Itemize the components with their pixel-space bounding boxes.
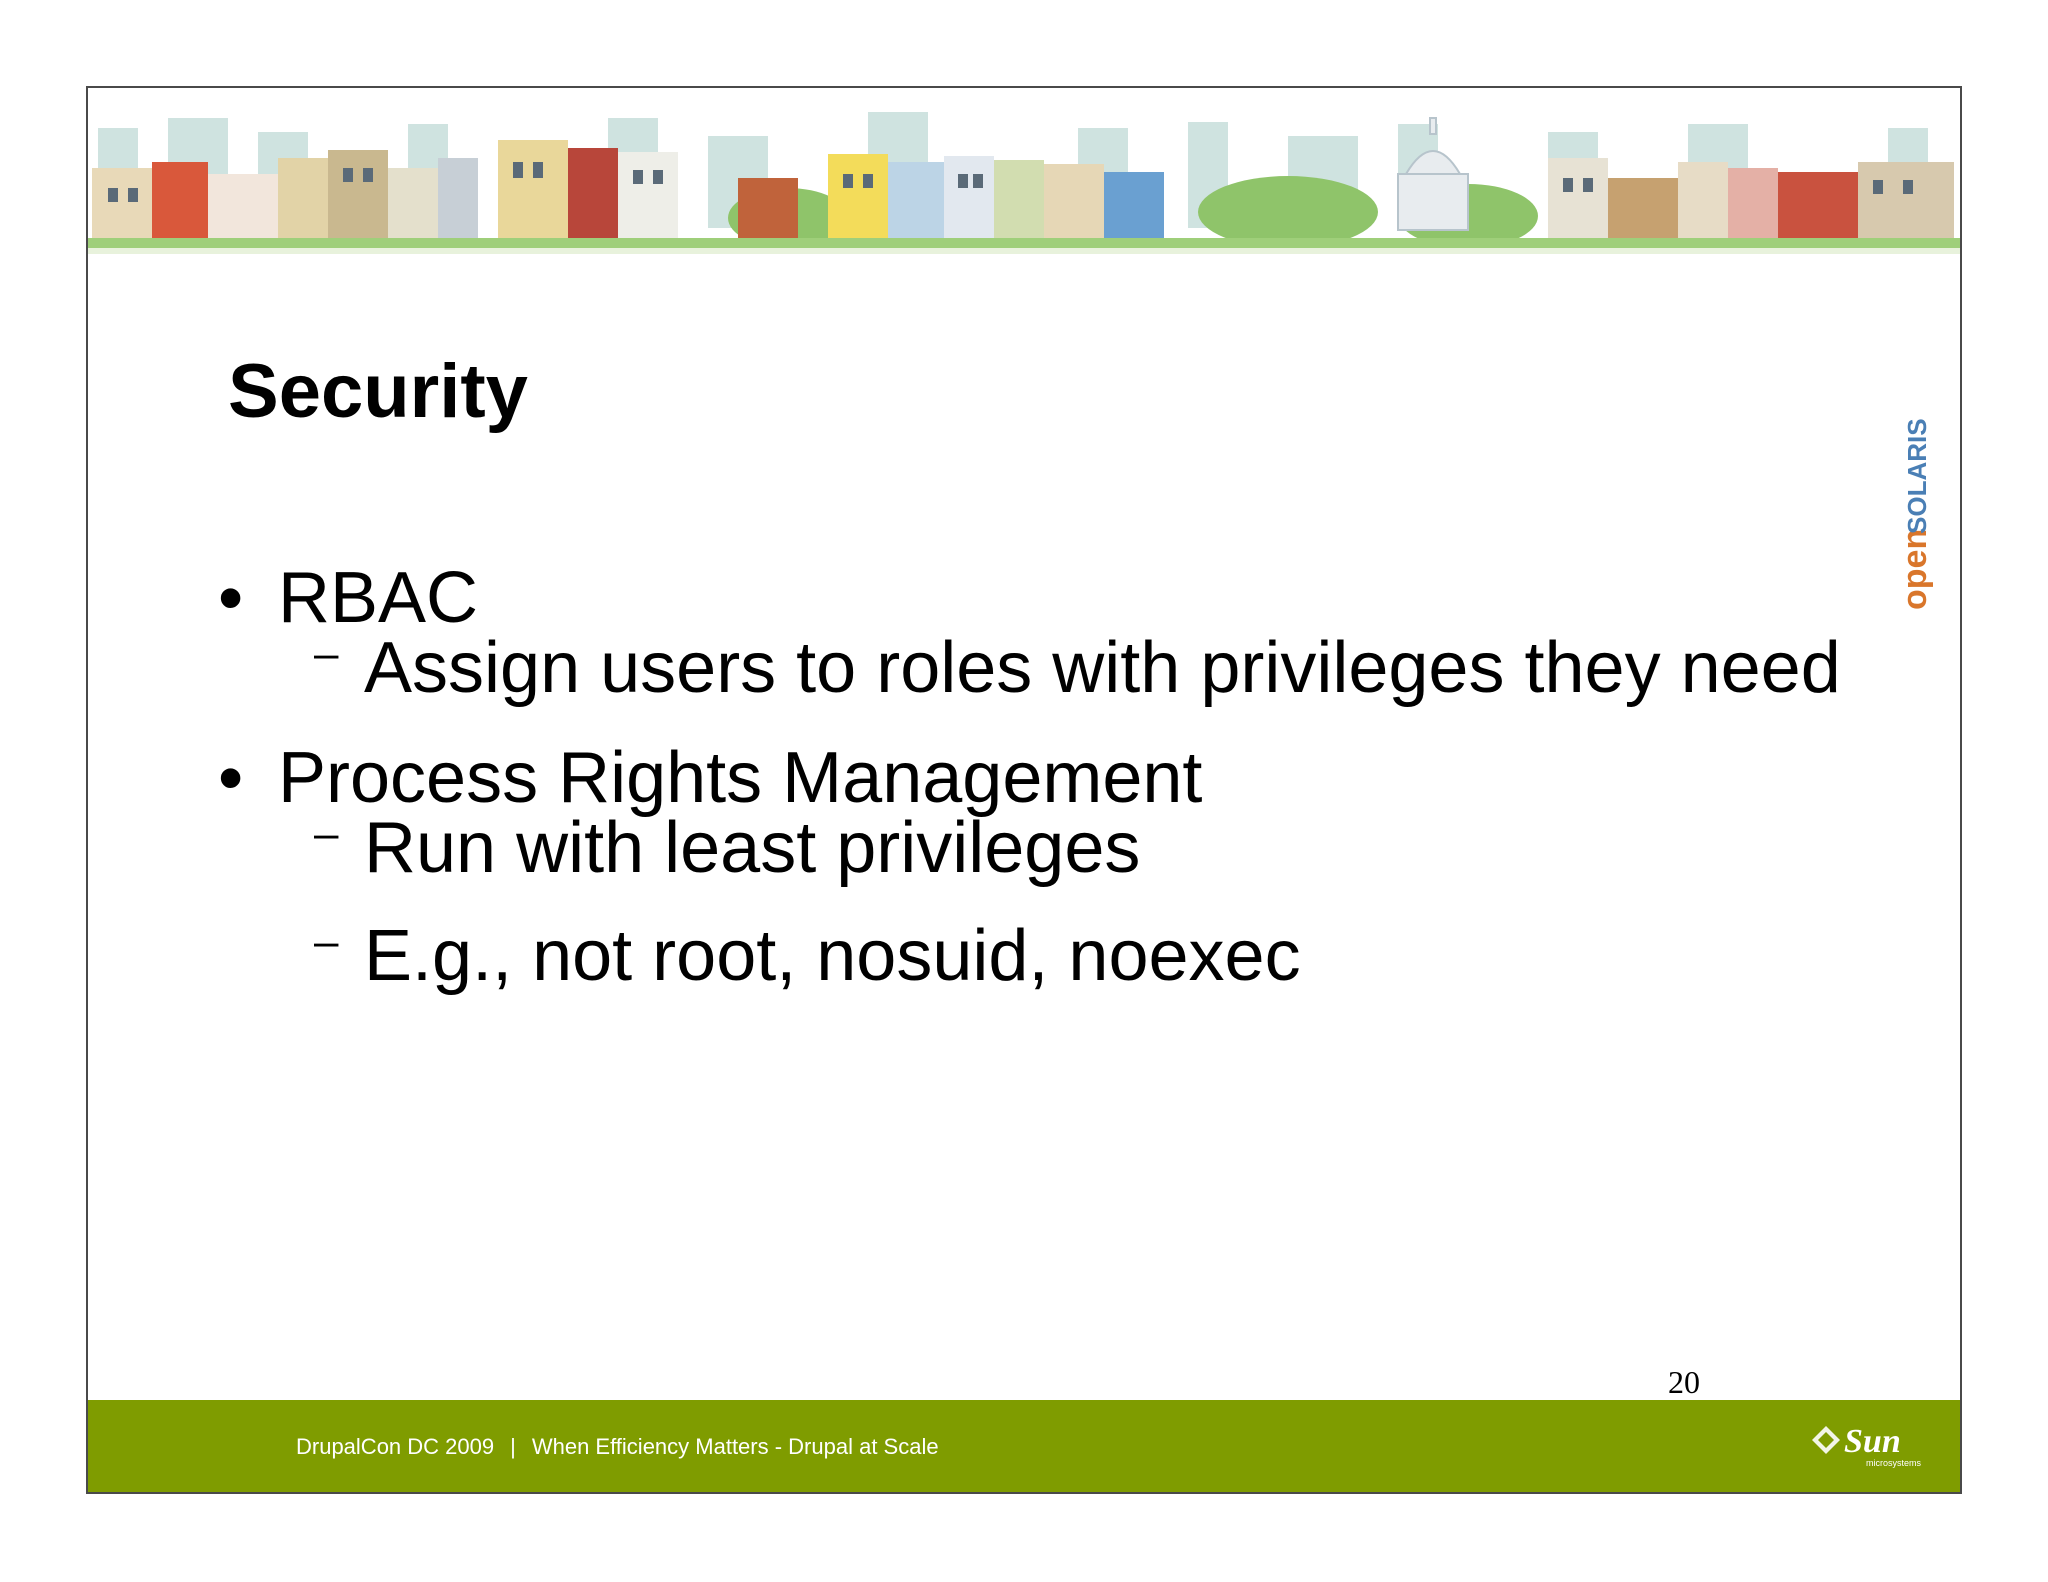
footer-talk-title: When Efficiency Matters - Drupal at Scal…: [531, 1434, 939, 1459]
sub-bullet-text: Assign users to roles with privileges th…: [364, 628, 1841, 708]
opensolaris-logo-part2: SOLARIS: [1902, 418, 1932, 534]
slide-title: Security: [228, 349, 528, 434]
sub-bullet-dash-icon: –: [314, 629, 339, 678]
slide: Security • RBAC – Assign users to roles wi…: [86, 86, 1962, 1494]
sub-bullet-item: – Assign users to roles with privileges t…: [314, 629, 1841, 705]
sub-bullet-item: – E.g., not root, nosuid, noexec: [314, 917, 1301, 993]
sub-bullet-text: Run with least privileges: [364, 808, 1141, 888]
sun-microsystems-logo: Sun microsystems: [1812, 1423, 1922, 1468]
city-skyline-banner: [88, 88, 1960, 254]
bullet-dot-icon: •: [218, 558, 244, 638]
sun-logo-subtext: microsystems: [1866, 1458, 1922, 1468]
bullet-text: Process Rights Management: [278, 738, 1203, 818]
opensolaris-logo-part1: open: [1896, 529, 1934, 610]
sub-bullet-dash-icon: –: [314, 917, 339, 966]
bullet-item: • RBAC: [218, 562, 478, 634]
bullet-text: RBAC: [278, 558, 479, 638]
sub-bullet-item: – Run with least privileges: [314, 809, 1140, 885]
sub-bullet-dash-icon: –: [314, 809, 339, 858]
opensolaris-logo: open SOLARIS: [1896, 418, 1934, 610]
footer-text: DrupalCon DC 2009 | When Efficiency Matter…: [296, 1434, 939, 1460]
bullet-item: • Process Rights Management: [218, 742, 1202, 814]
bullet-dot-icon: •: [218, 738, 244, 818]
sub-bullet-text: E.g., not root, nosuid, noexec: [364, 916, 1301, 996]
footer-separator: |: [510, 1434, 516, 1459]
footer-event: DrupalCon DC 2009: [296, 1434, 495, 1459]
footer-bar: DrupalCon DC 2009 | When Efficiency Matter…: [88, 1400, 1960, 1492]
sun-logo-text: Sun: [1844, 1423, 1901, 1460]
page-number: 20: [1668, 1364, 1700, 1400]
